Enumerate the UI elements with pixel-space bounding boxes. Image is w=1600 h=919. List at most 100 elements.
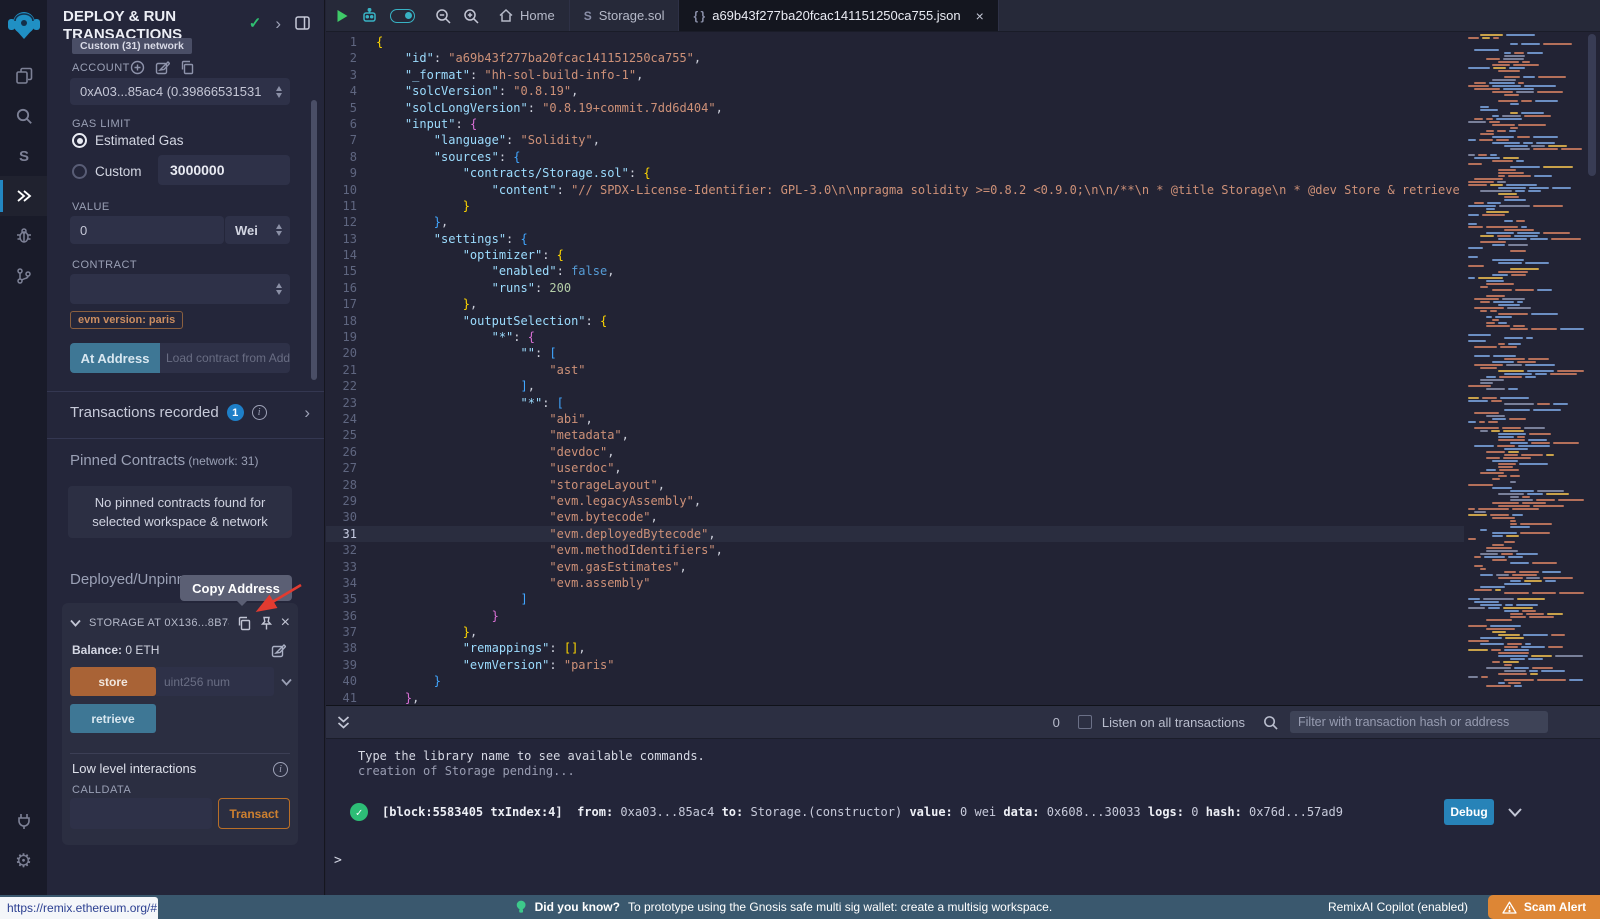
code-line[interactable]: 38 "remappings": [], [326,640,1600,656]
code-line[interactable]: 11 } [326,198,1600,214]
store-param-input[interactable] [156,667,274,696]
listen-all-checkbox[interactable] [1078,715,1092,729]
terminal-filter-input[interactable] [1290,711,1548,733]
debug-button[interactable]: Debug [1444,799,1494,825]
code-line[interactable]: 33 "evm.gasEstimates", [326,559,1600,575]
low-level-info-icon[interactable]: i [273,762,288,777]
code-line[interactable]: 17 }, [326,296,1600,312]
pin-panel-icon[interactable] [295,16,310,30]
code-line[interactable]: 22 ], [326,378,1600,394]
code-line[interactable]: 31 "evm.deployedBytecode", [326,526,1600,542]
contract-select[interactable] [70,274,290,304]
add-account-icon[interactable] [130,60,145,75]
code-line[interactable]: 15 "enabled": false, [326,263,1600,279]
panel-scrollbar[interactable] [311,100,317,380]
run-script-icon[interactable] [336,9,349,23]
line-number: 37 [326,624,376,640]
code-line[interactable]: 25 "metadata", [326,427,1600,443]
code-line[interactable]: 1{ [326,34,1600,50]
code-line[interactable]: 23 "*": [ [326,395,1600,411]
code-line[interactable]: 4 "solcVersion": "0.8.19", [326,83,1600,99]
editor-scrollbar[interactable] [1584,32,1600,705]
sidebar-item-solidity-compiler[interactable]: S [0,136,47,176]
code-line[interactable]: 6 "input": { [326,116,1600,132]
copilot-status[interactable]: RemixAI Copilot (enabled) [1328,900,1468,914]
terminal-prompt[interactable]: > [334,853,342,868]
transact-button[interactable]: Transact [218,798,290,829]
value-input[interactable] [70,216,224,244]
estimated-gas-radio[interactable] [72,133,87,148]
code-line[interactable]: 2 "id": "a69b43f277ba20fcac141151250ca75… [326,50,1600,66]
code-line[interactable]: 16 "runs": 200 [326,280,1600,296]
ai-assistant-icon[interactable] [361,8,378,24]
code-line[interactable]: 37 }, [326,624,1600,640]
panel-expand-icon[interactable]: › [275,15,281,32]
sidebar-item-deploy-run[interactable] [0,176,47,216]
code-line[interactable]: 9 "contracts/Storage.sol": { [326,165,1600,181]
at-address-button[interactable]: At Address [70,343,160,373]
info-icon[interactable]: i [252,405,267,420]
code-line[interactable]: 20 "": [ [326,345,1600,361]
account-select[interactable]: 0xA03...85ac4 (0.39866531531 [70,78,290,105]
collapse-contract-icon[interactable] [70,619,81,627]
sidebar-item-git[interactable] [0,256,47,296]
code-line[interactable]: 8 "sources": { [326,149,1600,165]
copilot-toggle[interactable] [390,9,415,23]
sidebar-item-file-explorer[interactable] [0,56,47,96]
code-line[interactable]: 35 ] [326,591,1600,607]
tx-log-text: [block:5583405 txIndex:4] from: 0xa03...… [382,805,1444,819]
code-line[interactable]: 14 "optimizer": { [326,247,1600,263]
code-line[interactable]: 10 "content": "// SPDX-License-Identifie… [326,182,1600,198]
value-unit-select[interactable]: Wei [225,216,290,244]
code-line[interactable]: 36 } [326,608,1600,624]
code-line[interactable]: 32 "evm.methodIdentifiers", [326,542,1600,558]
tab-home[interactable]: Home [485,0,570,31]
code-line[interactable]: 40 } [326,673,1600,689]
code-line[interactable]: 29 "evm.legacyAssembly", [326,493,1600,509]
code-line[interactable]: 27 "userdoc", [326,460,1600,476]
zoom-out-icon[interactable] [435,8,451,24]
sign-message-icon[interactable] [155,60,170,75]
tab-storage-sol[interactable]: S Storage.sol [570,0,680,31]
minimap[interactable] [1464,32,1584,705]
transaction-log-row[interactable]: ✓ [block:5583405 txIndex:4] from: 0xa03.… [350,797,1600,827]
sidebar-item-plugin-manager[interactable] [0,801,47,841]
calldata-input[interactable] [70,798,212,829]
at-address-input[interactable]: Load contract from Addre [160,343,290,373]
code-line[interactable]: 7 "language": "Solidity", [326,132,1600,148]
code-editor[interactable]: 1{2 "id": "a69b43f277ba20fcac141151250ca… [326,32,1600,705]
code-line[interactable]: 30 "evm.bytecode", [326,509,1600,525]
code-line[interactable]: 3 "_format": "hh-sol-build-info-1", [326,67,1600,83]
tx-expand-icon[interactable] [1508,808,1522,817]
code-line[interactable]: 5 "solcLongVersion": "0.8.19+commit.7dd6… [326,100,1600,116]
code-line[interactable]: 21 "ast" [326,362,1600,378]
code-line[interactable]: 13 "settings": { [326,231,1600,247]
transactions-expand-icon[interactable]: › [304,404,310,421]
sidebar-item-settings[interactable]: ⚙ [0,841,47,881]
terminal-expand-icon[interactable] [336,715,351,730]
close-tab-icon[interactable]: × [976,8,984,24]
code-line[interactable]: 19 "*": { [326,329,1600,345]
store-function-button[interactable]: store [70,667,156,696]
custom-gas-input[interactable] [158,155,290,185]
scam-alert-badge[interactable]: Scam Alert [1488,895,1600,919]
code-line[interactable]: 41 }, [326,690,1600,705]
code-line[interactable]: 39 "evmVersion": "paris" [326,657,1600,673]
custom-gas-radio[interactable] [72,164,87,179]
sidebar-item-debugger[interactable] [0,216,47,256]
tab-build-info-json[interactable]: { } a69b43f277ba20fcac141151250ca755.jso… [679,0,998,31]
zoom-in-icon[interactable] [463,8,479,24]
sidebar-item-search[interactable] [0,96,47,136]
code-line[interactable]: 18 "outputSelection": { [326,313,1600,329]
copy-account-icon[interactable] [180,60,195,75]
code-line[interactable]: 28 "storageLayout", [326,477,1600,493]
editor-scrollbar-thumb[interactable] [1588,34,1596,176]
code-line[interactable]: 24 "abi", [326,411,1600,427]
retrieve-function-button[interactable]: retrieve [70,704,156,733]
edit-balance-icon[interactable] [271,643,286,658]
code-line[interactable]: 12 }, [326,214,1600,230]
code-line[interactable]: 34 "evm.assembly" [326,575,1600,591]
code-line[interactable]: 26 "devdoc", [326,444,1600,460]
expand-params-icon[interactable] [281,678,292,686]
remix-logo-icon[interactable] [7,8,41,42]
